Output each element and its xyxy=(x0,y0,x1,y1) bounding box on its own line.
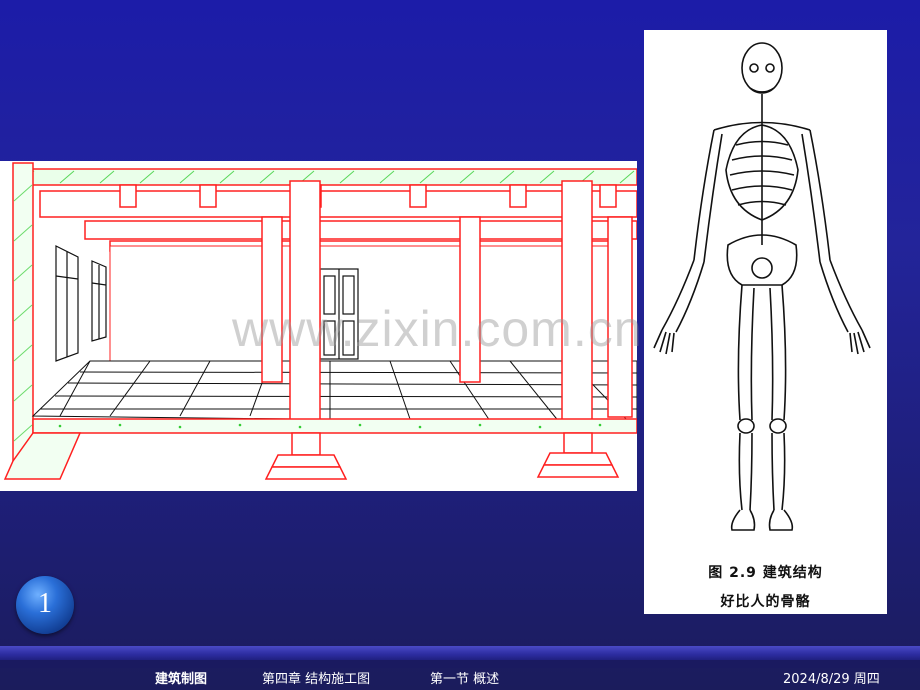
footer-chapter: 第四章 结构施工图 xyxy=(262,672,371,687)
skeleton-figure-image: 图 2.9 建筑结构 好比人的骨骼 xyxy=(644,30,887,614)
skeleton-drawing xyxy=(653,42,871,531)
footer: 建筑制图 第四章 结构施工图 第一节 概述 2024/8/29 周四 xyxy=(0,668,920,690)
footer-divider-bar xyxy=(0,646,920,660)
figure-caption-line1: 图 2.9 建筑结构 xyxy=(708,565,823,581)
slide: 图 2.9 建筑结构 好比人的骨骼 www.zixin.com.cn 1 建筑制… xyxy=(0,0,920,690)
footer-course-title: 建筑制图 xyxy=(155,672,208,687)
figure-caption-line2: 好比人的骨骼 xyxy=(720,594,811,610)
footer-divider-line xyxy=(0,660,920,668)
page-number: 1 xyxy=(38,588,52,619)
page-number-badge: 1 xyxy=(16,576,74,634)
watermark-text: www.zixin.com.cn xyxy=(232,301,643,357)
footer-date: 2024/8/29 周四 xyxy=(783,672,880,687)
footer-section: 第一节 概述 xyxy=(430,672,500,687)
